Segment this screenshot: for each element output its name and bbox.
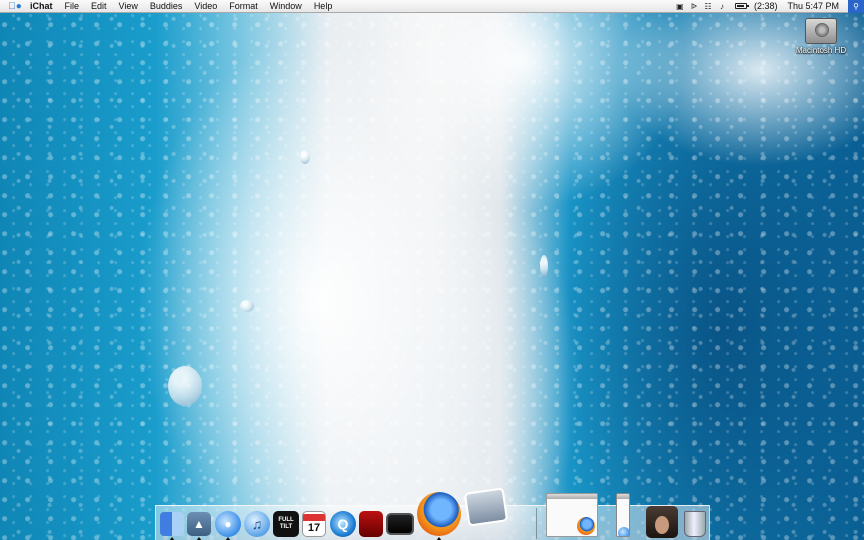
wallpaper-drop [240, 300, 254, 312]
wallpaper-large-drop [168, 366, 202, 406]
dock-trash-icon[interactable] [684, 511, 706, 537]
dock-finder-icon[interactable] [160, 512, 184, 536]
wallpaper-drop [540, 255, 548, 277]
firefox-icon [577, 517, 595, 535]
menu-window[interactable]: Window [264, 0, 308, 13]
dock-separator [536, 508, 537, 539]
menu-help[interactable]: Help [308, 0, 339, 13]
spotlight-icon[interactable]: ⚲ [848, 0, 864, 13]
menu-app-ichat[interactable]: iChat [24, 0, 59, 13]
menu-bar: ● iChat File Edit View Buddies Video Fo… [0, 0, 864, 13]
dock-minimized-video-chat[interactable] [646, 506, 678, 538]
volume-icon[interactable]: ♪ [715, 0, 729, 13]
desktop-drive-macintosh-hd[interactable]: Macintosh HD [790, 18, 852, 55]
dock-dvd-player-icon[interactable] [386, 513, 414, 535]
dock: ▲ ● ♫ FULL TILT 17 Q [155, 487, 710, 540]
battery-icon[interactable] [734, 3, 749, 9]
menu-clock[interactable]: Thu 5:47 PM [782, 1, 844, 11]
ichat-icon [618, 527, 629, 536]
menu-buddies[interactable]: Buddies [144, 0, 189, 13]
apple-menu-icon[interactable]: ● [6, 0, 24, 13]
dock-minimized-buddy-list[interactable] [616, 493, 630, 537]
menu-edit[interactable]: Edit [85, 0, 113, 13]
wallpaper-drop [300, 150, 310, 164]
dock-iphoto-icon[interactable] [463, 487, 509, 527]
wifi-icon[interactable]: ☷ [701, 0, 715, 13]
drive-label: Macintosh HD [795, 46, 847, 55]
bluetooth-icon[interactable]: ᐉ [687, 0, 701, 13]
hard-drive-icon[interactable] [805, 18, 837, 44]
dock-ichat-icon[interactable]: ● [215, 511, 241, 537]
dock-minimized-firefox-window[interactable] [546, 493, 598, 537]
dock-ical-icon[interactable]: 17 [302, 511, 326, 537]
person-face [655, 516, 669, 534]
menu-format[interactable]: Format [223, 0, 264, 13]
dock-fulltilt-poker-icon[interactable]: FULL TILT [273, 511, 299, 537]
menu-video[interactable]: Video [188, 0, 223, 13]
wallpaper-water-drops [0, 0, 864, 540]
fulltilt-label: FULL TILT [278, 517, 294, 530]
dock-photo-booth-icon[interactable] [359, 511, 383, 537]
battery-time[interactable]: (2:38) [749, 1, 783, 11]
menu-extras: ▣ ᐉ ☷ ♪ (2:38) Thu 5:47 PM ⚲ [673, 0, 864, 13]
dock-firefox-icon[interactable] [417, 492, 461, 536]
dock-itunes-icon[interactable]: ♫ [244, 511, 270, 537]
display-mirror-icon[interactable]: ▣ [673, 0, 687, 13]
menu-file[interactable]: File [59, 0, 86, 13]
ical-day-number: 17 [307, 521, 321, 534]
dock-preview-icon[interactable]: ▲ [187, 512, 211, 536]
menu-view[interactable]: View [113, 0, 144, 13]
dock-quicktime-icon[interactable]: Q [330, 511, 356, 537]
